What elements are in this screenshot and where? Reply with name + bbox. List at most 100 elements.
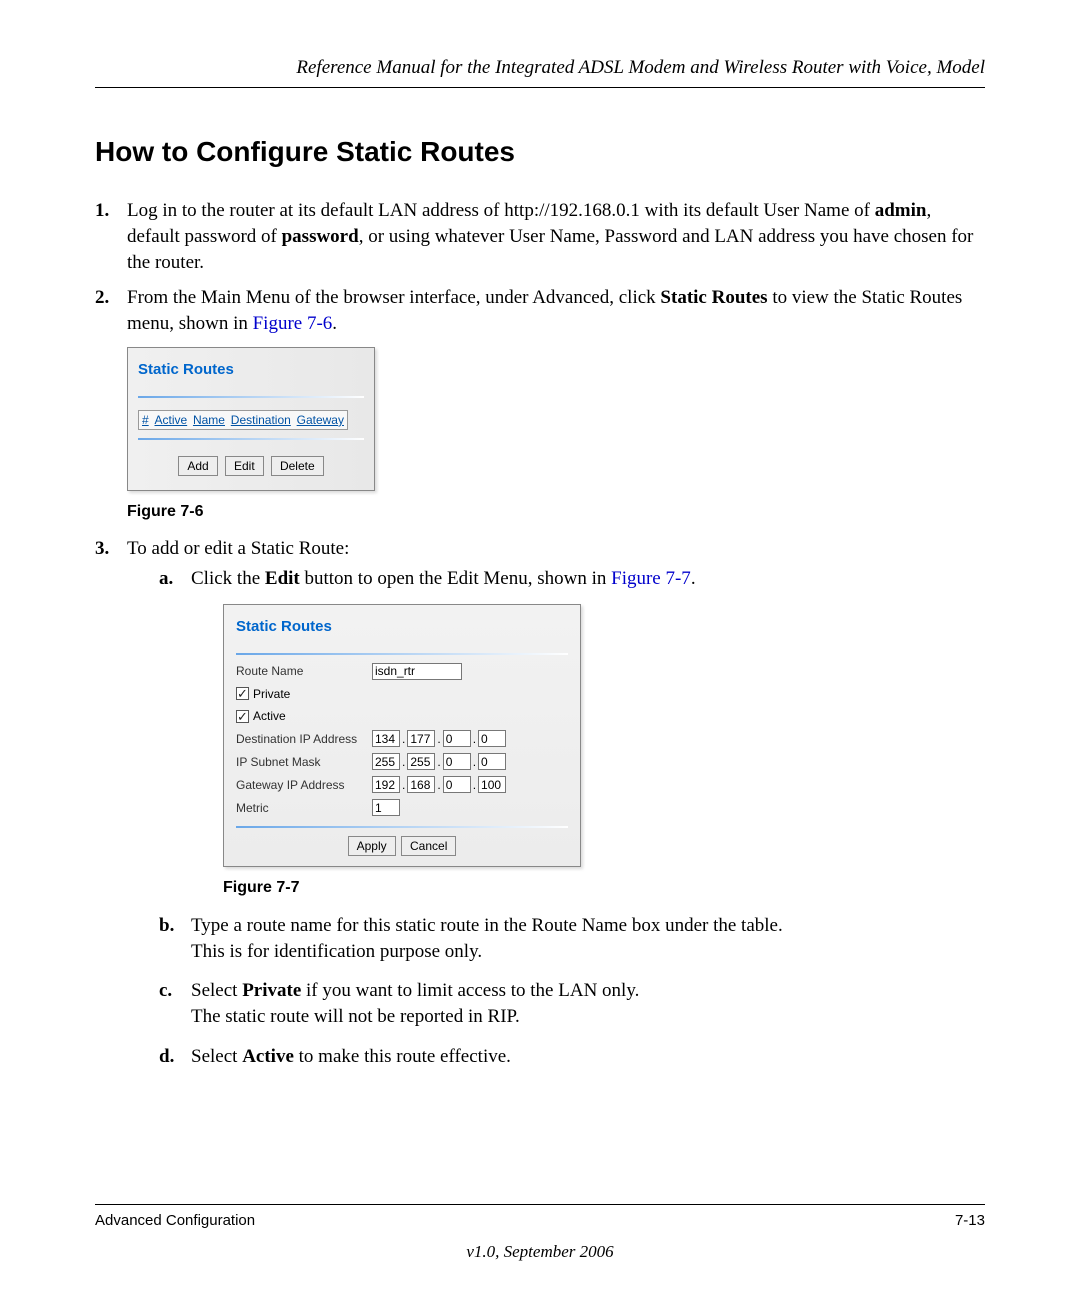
button-row: Apply Cancel bbox=[236, 836, 568, 856]
sub-step-b: b. Type a route name for this static rou… bbox=[159, 913, 985, 964]
apply-button[interactable]: Apply bbox=[348, 836, 396, 856]
text: to make this route effective. bbox=[294, 1046, 511, 1067]
active-checkbox[interactable] bbox=[236, 710, 249, 723]
figure-7-6-caption: Figure 7-6 bbox=[127, 501, 985, 523]
sub-step-a: a. Click the Edit button to open the Edi… bbox=[159, 566, 985, 899]
sub-text: Select Active to make this route effecti… bbox=[191, 1046, 511, 1067]
text: This is for identification purpose only. bbox=[191, 941, 482, 962]
bold-admin: admin bbox=[875, 200, 927, 221]
bold-active: Active bbox=[242, 1046, 294, 1067]
text: Select bbox=[191, 980, 242, 1001]
dest-d-input[interactable] bbox=[478, 730, 506, 747]
active-label: Active bbox=[253, 708, 286, 724]
sub-step-c: c. Select Private if you want to limit a… bbox=[159, 978, 985, 1029]
mask-row: IP Subnet Mask . . . bbox=[236, 753, 568, 770]
footer-right: 7-13 bbox=[955, 1211, 985, 1231]
col-active: Active bbox=[154, 412, 187, 428]
page-footer: Advanced Configuration 7-13 bbox=[95, 1204, 985, 1231]
dot: . bbox=[473, 731, 476, 747]
metric-label: Metric bbox=[236, 800, 372, 816]
sub-text: Click the Edit button to open the Edit M… bbox=[191, 568, 696, 589]
private-label: Private bbox=[253, 686, 290, 702]
divider bbox=[138, 438, 364, 440]
text: . bbox=[332, 313, 337, 334]
text: Log in to the router at its default LAN … bbox=[127, 200, 875, 221]
page-header: Reference Manual for the Integrated ADSL… bbox=[95, 55, 985, 88]
cancel-button[interactable]: Cancel bbox=[401, 836, 456, 856]
sub-steps: a. Click the Edit button to open the Edi… bbox=[127, 566, 985, 1069]
step-text: Log in to the router at its default LAN … bbox=[127, 200, 973, 272]
bold-password: password bbox=[282, 226, 359, 247]
gw-b-input[interactable] bbox=[407, 776, 435, 793]
text: Click the bbox=[191, 568, 265, 589]
gateway-label: Gateway IP Address bbox=[236, 777, 372, 793]
dest-c-input[interactable] bbox=[443, 730, 471, 747]
figure-link-7-6[interactable]: Figure 7-6 bbox=[253, 313, 333, 334]
panel-title: Static Routes bbox=[236, 617, 568, 637]
route-name-label: Route Name bbox=[236, 663, 372, 679]
private-row: Private bbox=[236, 686, 568, 702]
destination-row: Destination IP Address . . . bbox=[236, 730, 568, 747]
sub-letter: a. bbox=[159, 566, 173, 592]
delete-button[interactable]: Delete bbox=[271, 456, 324, 476]
sub-letter: b. bbox=[159, 913, 174, 939]
add-button[interactable]: Add bbox=[178, 456, 217, 476]
gateway-row: Gateway IP Address . . . bbox=[236, 776, 568, 793]
figure-7-7-screenshot: Static Routes Route Name Private Active bbox=[223, 604, 581, 868]
step-number: 3. bbox=[95, 536, 109, 562]
text: . bbox=[691, 568, 696, 589]
dot: . bbox=[402, 731, 405, 747]
sub-text: Type a route name for this static route … bbox=[191, 915, 783, 962]
col-destination: Destination bbox=[231, 412, 291, 428]
figure-7-7-caption: Figure 7-7 bbox=[223, 877, 985, 899]
step-3: 3. To add or edit a Static Route: a. Cli… bbox=[95, 536, 985, 1069]
step-text: To add or edit a Static Route: bbox=[127, 538, 349, 559]
step-text: From the Main Menu of the browser interf… bbox=[127, 287, 962, 334]
col-hash: # bbox=[142, 412, 149, 428]
mask-b-input[interactable] bbox=[407, 753, 435, 770]
gw-a-input[interactable] bbox=[372, 776, 400, 793]
bold-static-routes: Static Routes bbox=[660, 287, 767, 308]
dot: . bbox=[437, 777, 440, 793]
active-row: Active bbox=[236, 708, 568, 724]
mask-c-input[interactable] bbox=[443, 753, 471, 770]
step-number: 1. bbox=[95, 198, 109, 224]
step-1: 1. Log in to the router at its default L… bbox=[95, 198, 985, 275]
private-checkbox[interactable] bbox=[236, 687, 249, 700]
panel-title: Static Routes bbox=[138, 360, 364, 380]
text: if you want to limit access to the LAN o… bbox=[301, 980, 639, 1001]
text: Type a route name for this static route … bbox=[191, 915, 783, 936]
edit-button[interactable]: Edit bbox=[225, 456, 264, 476]
mask-d-input[interactable] bbox=[478, 753, 506, 770]
route-name-input[interactable] bbox=[372, 663, 462, 680]
gw-c-input[interactable] bbox=[443, 776, 471, 793]
destination-label: Destination IP Address bbox=[236, 731, 372, 747]
text: The static route will not be reported in… bbox=[191, 1006, 520, 1027]
dot: . bbox=[402, 754, 405, 770]
mask-a-input[interactable] bbox=[372, 753, 400, 770]
bold-edit: Edit bbox=[265, 568, 300, 589]
divider bbox=[236, 653, 568, 655]
bold-private: Private bbox=[242, 980, 301, 1001]
metric-row: Metric bbox=[236, 799, 568, 816]
dest-b-input[interactable] bbox=[407, 730, 435, 747]
text: Select bbox=[191, 1046, 242, 1067]
dot: . bbox=[437, 731, 440, 747]
routes-table-header: # Active Name Destination Gateway bbox=[138, 410, 348, 430]
text: From the Main Menu of the browser interf… bbox=[127, 287, 660, 308]
col-name: Name bbox=[193, 412, 225, 428]
footer-left: Advanced Configuration bbox=[95, 1211, 255, 1231]
sub-step-d: d. Select Active to make this route effe… bbox=[159, 1044, 985, 1070]
metric-input[interactable] bbox=[372, 799, 400, 816]
dot: . bbox=[402, 777, 405, 793]
text: button to open the Edit Menu, shown in bbox=[300, 568, 611, 589]
divider bbox=[138, 396, 364, 398]
dest-a-input[interactable] bbox=[372, 730, 400, 747]
sub-text: Select Private if you want to limit acce… bbox=[191, 980, 639, 1027]
figure-link-7-7[interactable]: Figure 7-7 bbox=[611, 568, 691, 589]
dot: . bbox=[473, 754, 476, 770]
steps-list: 1. Log in to the router at its default L… bbox=[95, 198, 985, 1069]
section-title: How to Configure Static Routes bbox=[95, 133, 985, 171]
step-number: 2. bbox=[95, 285, 109, 311]
gw-d-input[interactable] bbox=[478, 776, 506, 793]
